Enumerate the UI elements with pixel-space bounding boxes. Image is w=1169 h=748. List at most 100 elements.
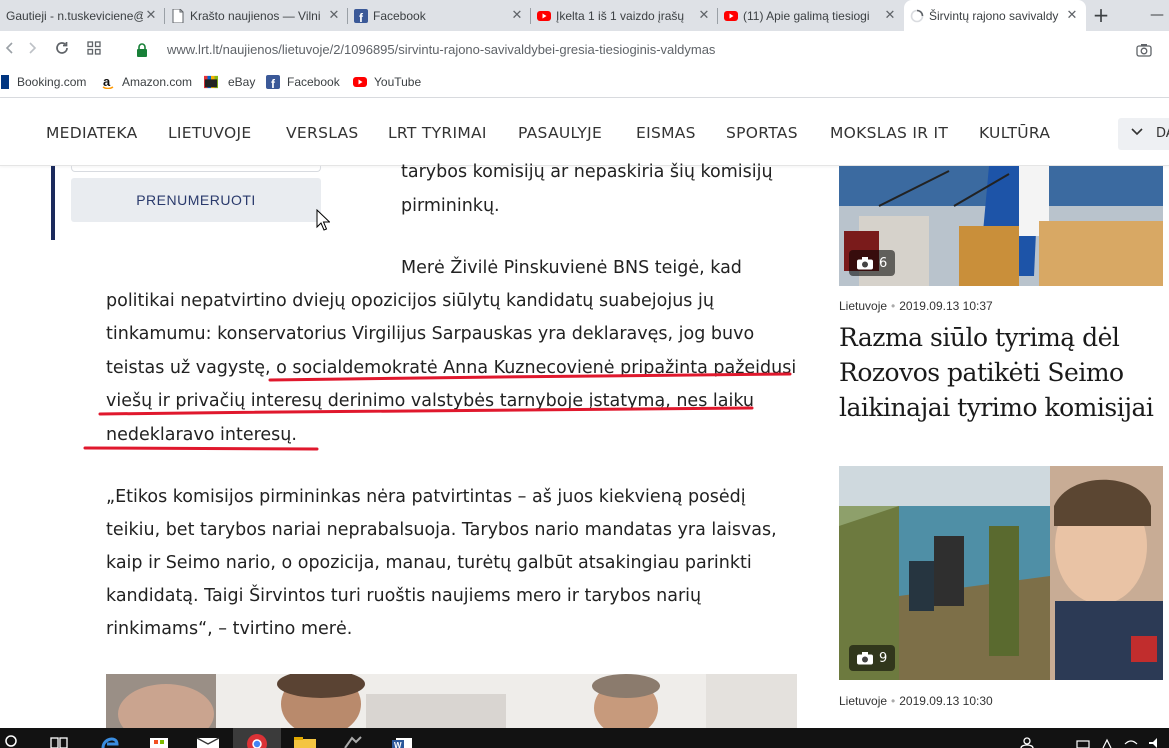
nav-item-eismas[interactable]: EISMAS — [636, 124, 696, 142]
site-navigation: MEDIATEKA LIETUVOJE VERSLAS LRT TYRIMAI … — [0, 98, 1169, 166]
bookmark-booking[interactable]: Booking.com — [0, 75, 86, 89]
bookmark-label: Amazon.com — [122, 75, 193, 89]
word-icon[interactable]: W — [390, 732, 414, 748]
news-card-image[interactable]: 6 — [839, 166, 1163, 286]
app-icon[interactable] — [342, 732, 364, 748]
edge-icon[interactable] — [100, 732, 120, 748]
lock-icon[interactable] — [136, 42, 148, 57]
close-icon[interactable]: ✕ — [1064, 8, 1080, 23]
amazon-icon: a — [101, 75, 115, 89]
nav-item-lietuvoje[interactable]: LIETUVOJE — [168, 124, 251, 142]
close-icon[interactable]: ✕ — [143, 8, 159, 23]
browser-tab-krasto[interactable]: Krašto naujienos — Vilni ✕ — [165, 0, 348, 31]
browser-tab-strip: Gautieji - n.tuskeviciene@ ✕ Krašto nauj… — [0, 0, 1169, 31]
article-line: teikiu, bet tarybos nariai neprabalsuoja… — [106, 520, 777, 540]
tab-label: Įkelta 1 iš 1 vaizdo įrašų — [556, 8, 685, 23]
bookmark-label: Booking.com — [17, 75, 87, 89]
youtube-icon — [353, 75, 367, 89]
news-card-image[interactable]: 9 — [839, 466, 1163, 680]
tab-label: Krašto naujienos — Vilni — [190, 8, 321, 23]
browser-toolbar: www.lrt.lt/naujienos/lietuvoje/2/1096895… — [0, 31, 1169, 68]
newsletter-email-input[interactable] — [71, 166, 321, 172]
browser-tab-active-lrt[interactable]: Širvintų rajono savivaldy ✕ — [904, 0, 1086, 31]
news-datetime: 2019.09.13 10:37 — [899, 299, 993, 313]
nav-item-mokslas-ir-it[interactable]: MOKSLAS IR IT — [830, 124, 948, 142]
nav-item-mediateka[interactable]: MEDIATEKA — [46, 124, 138, 142]
youtube-icon — [537, 9, 551, 23]
article-line: pirmininkų. — [401, 196, 500, 216]
url-text[interactable]: www.lrt.lt/naujienos/lietuvoje/2/1096895… — [167, 42, 715, 57]
article-photo[interactable] — [106, 674, 797, 728]
tab-label: Gautieji - n.tuskeviciene@ — [6, 8, 143, 23]
bookmarks-bar: Booking.com a Amazon.com eBay f Facebook… — [0, 68, 1169, 98]
sidebar-accent-bar — [51, 166, 55, 240]
close-icon[interactable]: ✕ — [882, 8, 898, 23]
article-line: Merė Živilė Pinskuvienė BNS teigė, kad — [401, 258, 742, 278]
browser-tab-youtube-video[interactable]: (11) Apie galimą tiesiogi ✕ — [718, 0, 904, 31]
bookmark-label: YouTube — [374, 75, 422, 89]
nav-item-verslas[interactable]: VERSLAS — [286, 124, 359, 142]
nav-more-dropdown[interactable]: DA — [1118, 118, 1169, 150]
svg-text:W: W — [394, 741, 402, 748]
reload-icon[interactable] — [52, 40, 72, 60]
nav-more-label: DA — [1156, 126, 1169, 141]
close-icon[interactable]: ✕ — [696, 8, 712, 23]
os-taskbar: W — [0, 728, 1169, 748]
bookmark-label: Facebook — [287, 75, 340, 89]
news-category[interactable]: Lietuvoje — [839, 299, 887, 313]
photo-count: 6 — [879, 255, 888, 271]
article-line: politikai nepatvirtino dviejų opozicijos… — [106, 291, 714, 311]
photo-count: 9 — [879, 650, 888, 666]
document-icon — [171, 8, 185, 23]
camera-icon[interactable] — [1136, 42, 1152, 57]
news-card-meta: Lietuvoje • 2019.09.13 10:37 — [839, 299, 993, 313]
bookmark-facebook[interactable]: f Facebook — [266, 75, 340, 89]
close-icon[interactable]: ✕ — [509, 8, 525, 23]
system-tray-icons[interactable] — [1075, 732, 1169, 748]
subscribe-button[interactable]: PRENUMERUOTI — [71, 178, 321, 222]
nav-item-pasaulyje[interactable]: PASAULYJE — [518, 124, 602, 142]
mail-icon[interactable] — [196, 732, 220, 748]
browser-tab-gmail[interactable]: Gautieji - n.tuskeviciene@ ✕ — [0, 0, 165, 31]
address-bar[interactable]: www.lrt.lt/naujienos/lietuvoje/2/1096895… — [120, 37, 1160, 63]
photo-count-badge: 9 — [849, 645, 896, 671]
apps-grid-icon[interactable] — [84, 40, 104, 60]
news-datetime: 2019.09.13 10:30 — [899, 694, 993, 708]
people-icon[interactable] — [1018, 732, 1036, 748]
close-icon[interactable]: ✕ — [326, 8, 342, 23]
article-line: tinkamumu: konservatorius Virgilijus Sar… — [106, 324, 755, 344]
photo-count-badge: 6 — [849, 250, 896, 276]
news-headline[interactable]: Razma siūlo tyrimą dėl Rozovos patikėti … — [839, 320, 1169, 425]
search-icon[interactable] — [4, 732, 18, 748]
browser-tab-facebook[interactable]: f Facebook ✕ — [348, 0, 531, 31]
back-icon[interactable] — [0, 40, 20, 60]
nav-item-kultura[interactable]: KULTŪRA — [979, 124, 1050, 142]
booking-icon — [0, 75, 10, 89]
nav-item-sportas[interactable]: SPORTAS — [726, 124, 798, 142]
chevron-down-icon — [1130, 124, 1144, 138]
browser-tab-youtube-upload[interactable]: Įkelta 1 iš 1 vaizdo įrašų ✕ — [531, 0, 718, 31]
ebay-icon — [204, 75, 218, 89]
camera-icon — [857, 651, 873, 664]
news-category[interactable]: Lietuvoje — [839, 694, 887, 708]
article-line: kaip ir Seimo nario, o opozicija, manau,… — [106, 553, 752, 573]
nav-item-lrt-tyrimai[interactable]: LRT TYRIMAI — [388, 124, 487, 142]
camera-icon — [857, 256, 873, 269]
task-view-icon[interactable] — [50, 732, 68, 748]
tab-label: Facebook — [373, 8, 426, 23]
forward-icon[interactable] — [22, 40, 42, 60]
article-line: „Etikos komisijos pirmininkas nėra patvi… — [106, 487, 746, 507]
red-underline-annotation — [83, 372, 792, 451]
bookmark-ebay[interactable]: eBay — [204, 75, 255, 89]
news-card-meta: Lietuvoje • 2019.09.13 10:30 — [839, 694, 993, 708]
bookmark-label: eBay — [228, 75, 256, 89]
facebook-icon: f — [354, 8, 368, 23]
file-explorer-icon[interactable] — [293, 732, 317, 748]
article-line: kandidatą. Taigi Širvintos turi ruoštis … — [106, 586, 702, 606]
bookmark-amazon[interactable]: a Amazon.com — [101, 75, 192, 89]
minimize-window-button[interactable]: — — [1150, 0, 1169, 31]
bookmark-youtube[interactable]: YouTube — [353, 75, 421, 89]
chrome-taskbar-button[interactable] — [233, 728, 281, 748]
store-icon[interactable] — [148, 732, 170, 748]
new-tab-button[interactable]: + — [1091, 4, 1111, 26]
